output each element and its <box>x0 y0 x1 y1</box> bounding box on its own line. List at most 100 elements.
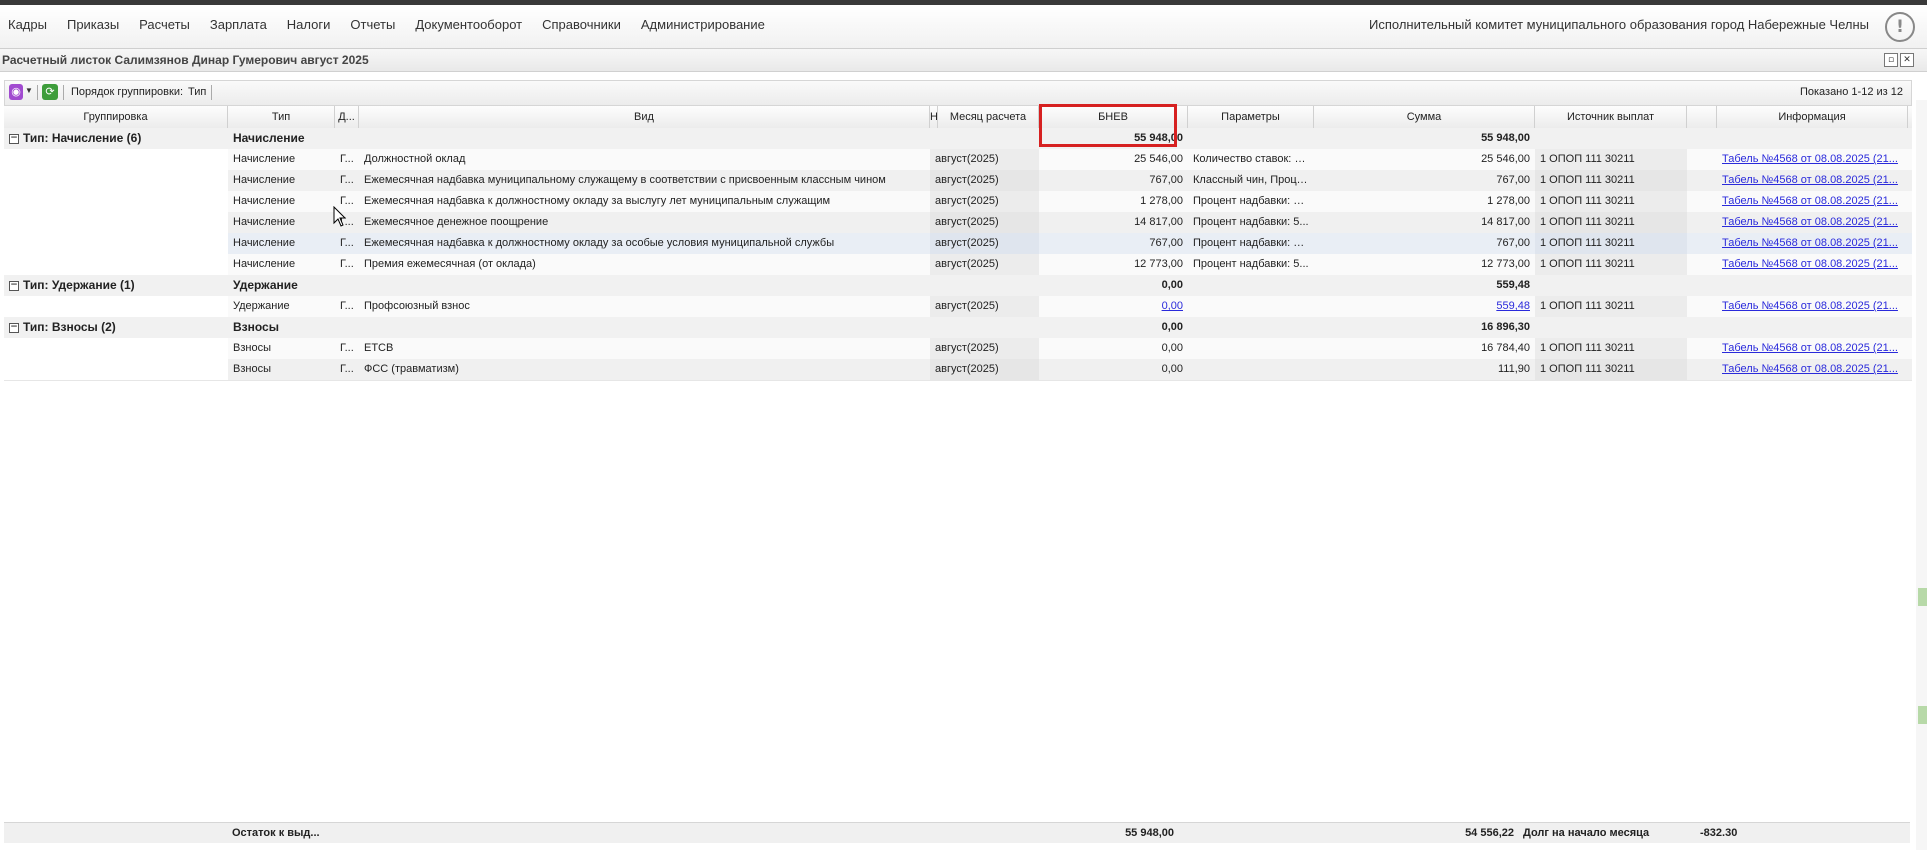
group-title: Тип: Начисление (6) <box>23 131 142 145</box>
group-title-cell[interactable]: − Тип: Удержание (1) <box>4 275 228 296</box>
col-header-kind[interactable]: Вид <box>359 106 930 128</box>
menu-item-zarplata[interactable]: Зарплата <box>210 17 267 32</box>
group-row-vznosy[interactable]: − Тип: Взносы (2) Взносы 0,00 16 896,30 <box>4 317 1912 339</box>
month-cell: август(2025) <box>930 254 1039 275</box>
group-title-cell[interactable]: − Тип: Взносы (2) <box>4 317 228 338</box>
params-cell: Количество ставок: 1... <box>1193 153 1310 165</box>
exclamation-alert-icon[interactable]: ! <box>1885 12 1915 42</box>
dropdown-arrow-icon[interactable]: ▼ <box>25 86 33 95</box>
menu-item-raschety[interactable]: Расчеты <box>139 17 190 32</box>
footer-sum-total: 54 556,22 <box>1465 827 1514 839</box>
info-link[interactable]: Табель №4568 от 08.08.2025 (21... <box>1717 170 1912 191</box>
menu-item-administrirovanie[interactable]: Администрирование <box>641 17 765 32</box>
source-cell: 1 ОПОП 111 30211 <box>1535 170 1687 191</box>
bnev-cell: 25 546,00 <box>1134 153 1183 165</box>
debt-label: Долг на начало месяца <box>1523 827 1650 839</box>
menu-items: Кадры Приказы Расчеты Зарплата Налоги От… <box>8 17 785 32</box>
grouping-cell <box>4 191 228 212</box>
sum-cell: 111,90 <box>1497 363 1530 375</box>
info-link[interactable]: Табель №4568 от 08.08.2025 (21... <box>1717 359 1912 380</box>
group-title: Тип: Удержание (1) <box>23 278 135 292</box>
table-row[interactable]: Взносы Г... ФСС (травматизм) август(2025… <box>4 359 1912 381</box>
table-row[interactable]: Взносы Г... ЕТСВ август(2025) 0,00 16 78… <box>4 338 1912 360</box>
menu-item-dokumentooborot[interactable]: Документооборот <box>415 17 522 32</box>
table-row[interactable]: Начисление Г... Ежемесячное денежное поо… <box>4 212 1912 234</box>
table-row[interactable]: Начисление Г... Ежемесячная надбавка к д… <box>4 191 1912 213</box>
type-cell: Взносы <box>233 363 271 375</box>
source-cell: 1 ОПОП 111 30211 <box>1535 233 1687 254</box>
d-cell: Г... <box>340 342 354 354</box>
bnev-cell: 1 278,00 <box>1140 195 1183 207</box>
month-cell: август(2025) <box>930 233 1039 254</box>
info-link[interactable]: Табель №4568 от 08.08.2025 (21... <box>1717 212 1912 233</box>
info-link[interactable]: Табель №4568 от 08.08.2025 (21... <box>1717 296 1912 317</box>
menu-item-otchety[interactable]: Отчеты <box>350 17 395 32</box>
grouping-cell <box>4 338 228 359</box>
sum-cell: 16 784,40 <box>1481 342 1530 354</box>
kind-cell: ЕТСВ <box>364 342 394 354</box>
params-cell <box>1188 296 1314 317</box>
kind-cell: Ежемесячная надбавка к должностному окла… <box>364 237 835 249</box>
info-link[interactable]: Табель №4568 от 08.08.2025 (21... <box>1717 338 1912 359</box>
type-cell: Начисление <box>233 174 296 186</box>
col-header-d[interactable]: Д... <box>335 106 359 128</box>
table-row[interactable]: Начисление Г... Ежемесячная надбавка к д… <box>4 233 1912 255</box>
params-cell: Процент надбавки: 5% <box>1193 195 1310 207</box>
menu-item-prikazy[interactable]: Приказы <box>67 17 119 32</box>
menu-item-spravochniki[interactable]: Справочники <box>542 17 621 32</box>
kind-cell: ФСС (травматизм) <box>364 363 459 375</box>
restore-window-icon[interactable]: ▫ <box>1884 53 1898 67</box>
table-row[interactable]: Начисление Г... Должностной оклад август… <box>4 149 1912 171</box>
grouping-cell <box>4 149 228 170</box>
col-header-type[interactable]: Тип <box>228 106 335 128</box>
kind-cell: Ежемесячная надбавка к должностному окла… <box>364 195 831 207</box>
group-title-cell[interactable]: − Тип: Начисление (6) <box>4 128 228 149</box>
col-header-n[interactable]: Н <box>930 106 938 128</box>
info-link[interactable]: Табель №4568 от 08.08.2025 (21... <box>1717 233 1912 254</box>
table-row[interactable]: Начисление Г... Ежемесячная надбавка мун… <box>4 170 1912 192</box>
col-header-blank[interactable] <box>1687 106 1717 128</box>
col-header-month[interactable]: Месяц расчета <box>938 106 1039 128</box>
vertical-scrollbar[interactable] <box>1916 100 1927 850</box>
group-title: Тип: Взносы (2) <box>23 320 116 334</box>
close-window-icon[interactable]: ✕ <box>1900 53 1914 67</box>
bnev-cell: 767,00 <box>1149 174 1183 186</box>
col-header-sum[interactable]: Сумма <box>1314 106 1535 128</box>
bnev-link[interactable]: 0,00 <box>1039 296 1188 317</box>
month-cell: август(2025) <box>930 191 1039 212</box>
group-sum-total: 55 948,00 <box>1481 132 1530 144</box>
bnev-cell: 767,00 <box>1149 237 1183 249</box>
month-cell: август(2025) <box>930 170 1039 191</box>
table-row[interactable]: Удержание Г... Профсоюзный взнос август(… <box>4 296 1912 318</box>
group-row-uderzhanie[interactable]: − Тип: Удержание (1) Удержание 0,00 559,4… <box>4 275 1912 297</box>
collapse-icon[interactable]: − <box>9 322 19 333</box>
kind-cell: Ежемесячная надбавка муниципальному служ… <box>364 174 886 186</box>
info-link[interactable]: Табель №4568 от 08.08.2025 (21... <box>1717 191 1912 212</box>
grouping-cell <box>4 233 228 254</box>
menu-item-kadry[interactable]: Кадры <box>8 17 47 32</box>
refresh-icon[interactable]: ⟳ <box>42 84 58 100</box>
grouping-order-value[interactable]: Тип <box>188 86 206 98</box>
bnev-cell: 12 773,00 <box>1134 258 1183 270</box>
col-header-source[interactable]: Источник выплат <box>1535 106 1687 128</box>
menu-item-nalogi[interactable]: Налоги <box>287 17 331 32</box>
collapse-icon[interactable]: − <box>9 280 19 291</box>
col-header-info[interactable]: Информация <box>1717 106 1908 128</box>
remaining-label: Остаток к выд... <box>232 827 320 839</box>
sum-cell: 767,00 <box>1496 237 1530 249</box>
table-row[interactable]: Начисление Г... Премия ежемесячная (от о… <box>4 254 1912 276</box>
type-cell: Взносы <box>233 342 271 354</box>
month-cell: август(2025) <box>930 296 1039 317</box>
col-header-params[interactable]: Параметры <box>1188 106 1314 128</box>
col-header-grouping[interactable]: Группировка <box>4 106 228 128</box>
info-link[interactable]: Табель №4568 от 08.08.2025 (21... <box>1717 254 1912 275</box>
type-cell: Удержание <box>233 300 290 312</box>
options-menu-icon[interactable]: ◉ <box>9 84 23 100</box>
sum-link[interactable]: 559,48 <box>1314 296 1535 317</box>
info-link[interactable]: Табель №4568 от 08.08.2025 (21... <box>1717 149 1912 170</box>
group-row-nachislenie[interactable]: − Тип: Начисление (6) Начисление 55 948,0… <box>4 128 1912 150</box>
collapse-icon[interactable]: − <box>9 133 19 144</box>
params-cell: Процент надбавки: 5... <box>1193 258 1309 270</box>
scroll-marker <box>1918 588 1927 606</box>
group-type: Взносы <box>233 320 279 334</box>
